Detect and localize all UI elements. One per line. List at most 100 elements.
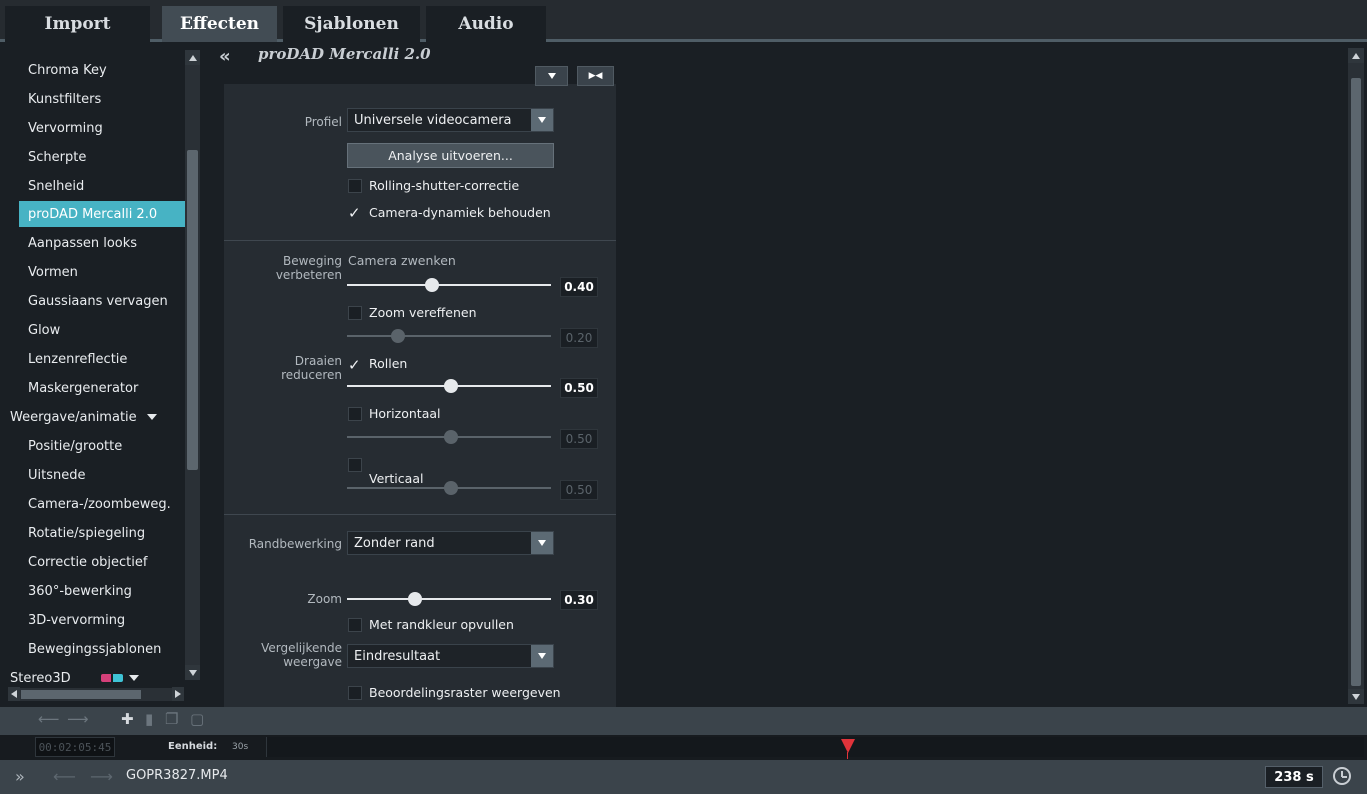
sidebar-item-3d-vervorming[interactable]: 3D-vervorming <box>5 607 183 633</box>
horizontal-value[interactable]: 0.50 <box>560 429 598 449</box>
sidebar-group-weergave-animatie[interactable]: Weergave/animatie <box>5 404 183 430</box>
fill-border-checkbox[interactable] <box>348 618 362 632</box>
zoom-label: Zoom <box>307 592 342 606</box>
compare-select-value: Eindresultaat <box>354 648 441 664</box>
scrollbar-thumb[interactable] <box>187 150 198 470</box>
sidebar-group-label: Stereo3D <box>10 670 71 686</box>
pan-slider-track[interactable] <box>347 284 551 286</box>
scroll-up-button[interactable] <box>1348 48 1364 63</box>
pan-slider-knob[interactable] <box>425 278 439 292</box>
compare-select[interactable]: Eindresultaat <box>347 644 554 668</box>
redo-icon[interactable]: ⟶ <box>67 710 89 728</box>
pan-value[interactable]: 0.40 <box>560 277 598 297</box>
paste-icon[interactable]: ▢ <box>190 710 204 728</box>
zoom-slider-knob[interactable] <box>408 592 422 606</box>
forward-arrow-icon[interactable]: ⟶ <box>90 767 113 786</box>
sidebar-item-correctie-objectief[interactable]: Correctie objectief <box>5 549 183 575</box>
chevron-down-icon[interactable] <box>128 675 139 681</box>
zoom-value[interactable]: 0.30 <box>560 590 598 610</box>
edit-toolbar <box>0 707 1367 735</box>
horizontal-slider-knob[interactable] <box>444 430 458 444</box>
add-effect-icon[interactable]: ✚ <box>121 710 134 728</box>
effect-title: proDAD Mercalli 2.0 <box>258 45 431 63</box>
reset-keyframe-button[interactable]: ▶◀ <box>577 66 614 86</box>
tab-audio[interactable]: Audio <box>426 6 546 42</box>
chevron-down-icon[interactable] <box>531 645 553 667</box>
roll-slider-knob[interactable] <box>444 379 458 393</box>
duration-display[interactable]: 238 s <box>1265 766 1323 788</box>
rolling-shutter-checkbox[interactable] <box>348 179 362 193</box>
timecode-display[interactable]: 00:02:05:45 <box>35 737 115 757</box>
grid-checkbox[interactable] <box>348 686 362 700</box>
sidebar-item-aanpassen-looks[interactable]: Aanpassen looks <box>5 230 183 256</box>
undo-icon[interactable]: ⟵ <box>38 710 60 728</box>
profile-label: Profiel <box>304 115 342 129</box>
motion-label: Beweging verbeteren <box>250 254 342 282</box>
roll-value[interactable]: 0.50 <box>560 378 598 398</box>
scrollbar-thumb[interactable] <box>21 690 141 699</box>
sidebar-item-scherpte[interactable]: Scherpte <box>5 144 183 170</box>
sidebar-item-vormen[interactable]: Vormen <box>5 259 183 285</box>
sidebar-item-positie-grootte[interactable]: Positie/grootte <box>5 433 183 459</box>
profile-select[interactable]: Universele videocamera <box>347 108 554 132</box>
sidebar-item-camera-zoombeweg[interactable]: Camera-/zoombeweg. <box>5 491 183 517</box>
horizontal-checkbox[interactable] <box>348 407 362 421</box>
roll-checkbox[interactable]: ✓ <box>348 358 361 373</box>
zoom-slider-track[interactable] <box>347 598 551 600</box>
edge-select[interactable]: Zonder rand <box>347 531 554 555</box>
sidebar-item-bewegingssjablonen[interactable]: Bewegingssjablonen <box>5 636 183 662</box>
back-arrow-icon[interactable]: ⟵ <box>53 767 76 786</box>
vertical-checkbox[interactable] <box>348 458 362 472</box>
preset-dropdown-button[interactable] <box>535 66 568 86</box>
video-preview[interactable] <box>621 45 1347 707</box>
sidebar-item-rotatie-spiegeling[interactable]: Rotatie/spiegeling <box>5 520 183 546</box>
scroll-right-button[interactable] <box>172 687 184 701</box>
preview-vertical-scrollbar[interactable] <box>1348 48 1364 704</box>
zoom-smooth-checkbox[interactable] <box>348 306 362 320</box>
tab-import[interactable]: Import <box>5 6 150 42</box>
horizontal-label: Horizontaal <box>369 406 441 421</box>
tab-sjablonen[interactable]: Sjablonen <box>283 6 420 42</box>
collapse-panel-icon[interactable]: « <box>219 46 231 67</box>
scroll-down-button[interactable] <box>1348 689 1364 704</box>
playhead-marker[interactable] <box>841 739 855 753</box>
sidebar-item-chroma-key[interactable]: Chroma Key <box>5 57 183 83</box>
clock-icon[interactable] <box>1333 767 1351 785</box>
sidebar-item-gaussiaans-vervagen[interactable]: Gaussiaans vervagen <box>5 288 183 314</box>
rotate-label-line1: Draaien <box>294 354 342 368</box>
playhead-line <box>847 752 848 759</box>
scrollbar-thumb[interactable] <box>1351 78 1361 686</box>
clip-filename: GOPR3827.MP4 <box>126 768 228 783</box>
scroll-down-button[interactable] <box>185 665 200 680</box>
timeline-ruler[interactable] <box>266 737 1364 757</box>
delete-icon[interactable]: ▮ <box>145 710 153 728</box>
expand-down-icon[interactable]: » <box>15 767 25 786</box>
chevron-down-icon[interactable] <box>531 109 553 131</box>
sidebar-item-prodad-mercalli[interactable]: proDAD Mercalli 2.0 <box>19 201 187 227</box>
sidebar-item-vervorming[interactable]: Vervorming <box>5 115 183 141</box>
zoom-smooth-slider-knob[interactable] <box>391 329 405 343</box>
zoom-smooth-slider-track[interactable] <box>347 335 551 337</box>
scroll-up-button[interactable] <box>185 50 200 65</box>
sidebar-item-uitsnede[interactable]: Uitsnede <box>5 462 183 488</box>
sidebar-item-360-bewerking[interactable]: 360°-bewerking <box>5 578 183 604</box>
sidebar-item-maskergenerator[interactable]: Maskergenerator <box>5 375 183 401</box>
analyse-button[interactable]: Analyse uitvoeren... <box>347 143 554 168</box>
edge-select-value: Zonder rand <box>354 535 435 551</box>
sidebar-horizontal-scrollbar[interactable] <box>8 687 184 701</box>
sidebar-item-kunstfilters[interactable]: Kunstfilters <box>5 86 183 112</box>
zoom-smooth-value[interactable]: 0.20 <box>560 328 598 348</box>
tab-effecten[interactable]: Effecten <box>162 6 277 42</box>
chevron-down-icon[interactable] <box>531 532 553 554</box>
copy-icon[interactable]: ❐ <box>165 710 178 728</box>
sidebar-item-glow[interactable]: Glow <box>5 317 183 343</box>
scroll-left-button[interactable] <box>8 687 20 701</box>
vertical-slider-knob[interactable] <box>444 481 458 495</box>
sidebar-item-snelheid[interactable]: Snelheid <box>5 173 183 199</box>
chevron-down-icon[interactable] <box>146 414 157 420</box>
vertical-value[interactable]: 0.50 <box>560 480 598 500</box>
sidebar-item-lenzenreflectie[interactable]: Lenzenreflectie <box>5 346 183 372</box>
grid-label: Beoordelingsraster weergeven <box>369 685 561 700</box>
sidebar-vertical-scrollbar[interactable] <box>185 50 200 680</box>
camera-dynamics-checkbox[interactable]: ✓ <box>348 206 361 221</box>
